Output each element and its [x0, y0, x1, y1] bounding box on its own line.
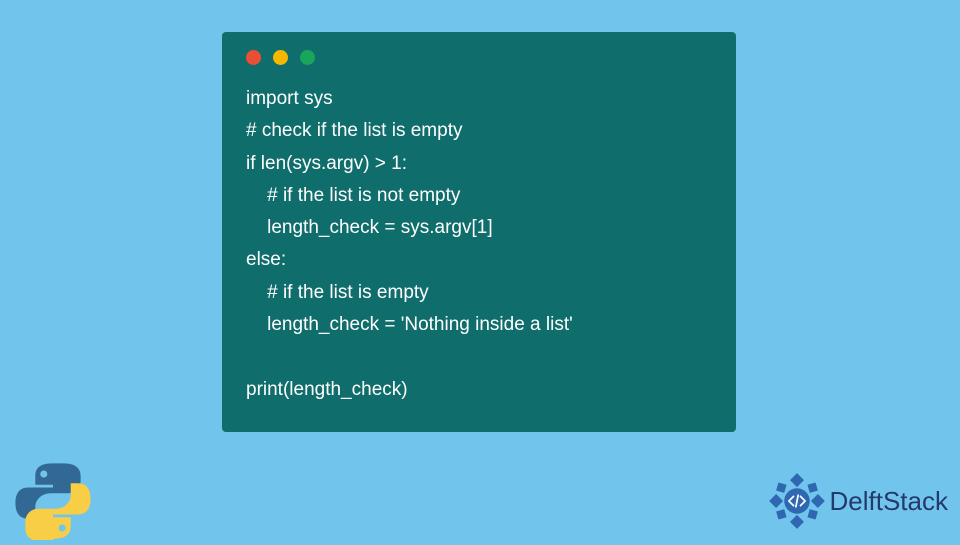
- brand-container: DelftStack: [768, 472, 949, 530]
- brand-name: DelftStack: [830, 486, 949, 517]
- code-window: import sys # check if the list is empty …: [222, 32, 736, 432]
- maximize-dot-icon: [300, 50, 315, 65]
- close-dot-icon: [246, 50, 261, 65]
- window-controls: [246, 50, 712, 65]
- python-logo-icon: [14, 462, 92, 540]
- delftstack-logo-icon: [768, 472, 826, 530]
- code-content: import sys # check if the list is empty …: [246, 83, 712, 406]
- minimize-dot-icon: [273, 50, 288, 65]
